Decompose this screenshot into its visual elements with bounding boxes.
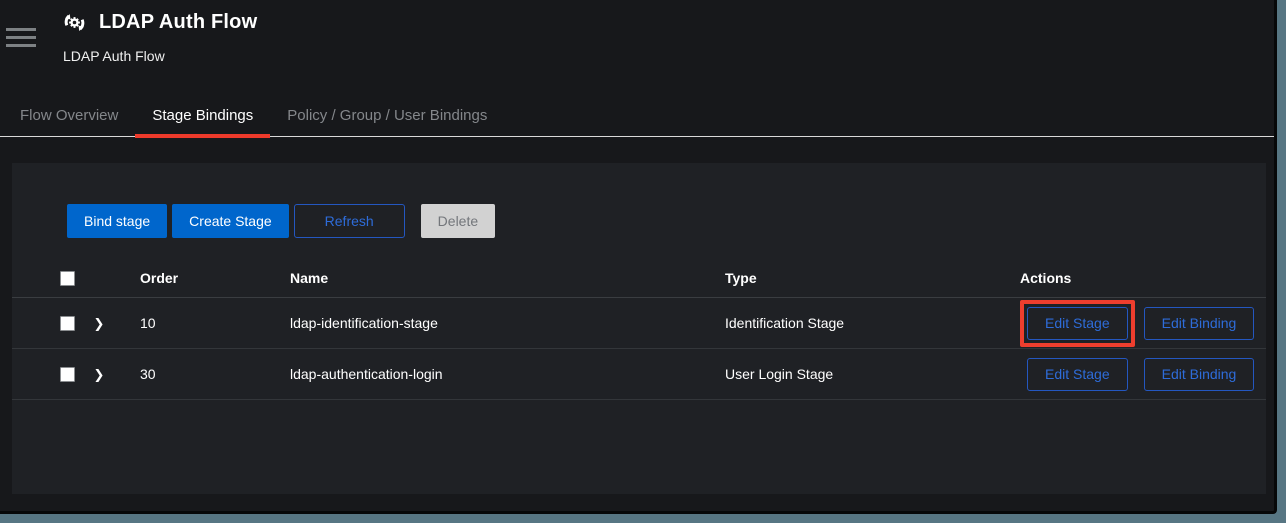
row-checkbox[interactable]: [60, 367, 75, 382]
column-header-actions: Actions: [1002, 270, 1266, 286]
edit-stage-button[interactable]: Edit Stage: [1027, 358, 1128, 391]
cell-type: User Login Stage: [707, 366, 1002, 382]
cell-name: ldap-authentication-login: [272, 366, 707, 382]
content-area: Bind stage Create Stage Refresh Delete ❯…: [0, 137, 1274, 494]
tab-bar: Flow Overview Stage Bindings Policy / Gr…: [0, 97, 1274, 137]
edit-stage-button[interactable]: Edit Stage: [1027, 307, 1128, 340]
column-header-type: Type: [707, 270, 1002, 286]
masthead: LDAP Auth Flow LDAP Auth Flow: [0, 0, 1274, 97]
red-annotation-highlight: Edit Stage: [1020, 300, 1135, 347]
table-row: ❯ 30 ldap-authentication-login User Logi…: [12, 349, 1266, 400]
tab-stage-bindings[interactable]: Stage Bindings: [135, 97, 270, 136]
cell-name: ldap-identification-stage: [272, 315, 707, 331]
cell-order: 30: [122, 366, 272, 382]
page-title: LDAP Auth Flow: [99, 11, 257, 34]
delete-button[interactable]: Delete: [421, 204, 495, 238]
cell-type: Identification Stage: [707, 315, 1002, 331]
flow-gear-icon: [61, 9, 88, 36]
table-header-row: ❯ Order Name Type Actions: [12, 259, 1266, 298]
header-title-block: LDAP Auth Flow LDAP Auth Flow: [61, 9, 257, 64]
row-checkbox[interactable]: [60, 316, 75, 331]
edit-binding-button[interactable]: Edit Binding: [1144, 307, 1255, 340]
page-subtitle: LDAP Auth Flow: [63, 48, 257, 64]
column-header-name: Name: [272, 270, 707, 286]
chevron-right-icon[interactable]: ❯: [94, 368, 105, 381]
refresh-button[interactable]: Refresh: [294, 204, 405, 238]
stage-bindings-card: Bind stage Create Stage Refresh Delete ❯…: [12, 163, 1266, 494]
edit-binding-button[interactable]: Edit Binding: [1144, 358, 1255, 391]
select-all-checkbox[interactable]: [60, 271, 75, 286]
create-stage-button[interactable]: Create Stage: [172, 204, 289, 238]
bind-stage-button[interactable]: Bind stage: [67, 204, 167, 238]
cell-order: 10: [122, 315, 272, 331]
app-window: LDAP Auth Flow LDAP Auth Flow Flow Overv…: [0, 0, 1277, 514]
chevron-right-icon[interactable]: ❯: [94, 317, 105, 330]
menu-toggle-icon[interactable]: [6, 28, 36, 52]
table-row: ❯ 10 ldap-identification-stage Identific…: [12, 298, 1266, 349]
stage-bindings-table: ❯ Order Name Type Actions ❯ 10 ldap-iden…: [12, 259, 1266, 400]
toolbar: Bind stage Create Stage Refresh Delete: [12, 163, 1266, 238]
column-header-order: Order: [122, 270, 272, 286]
tab-policy-group-user-bindings[interactable]: Policy / Group / User Bindings: [270, 97, 504, 136]
tab-flow-overview[interactable]: Flow Overview: [3, 97, 135, 136]
